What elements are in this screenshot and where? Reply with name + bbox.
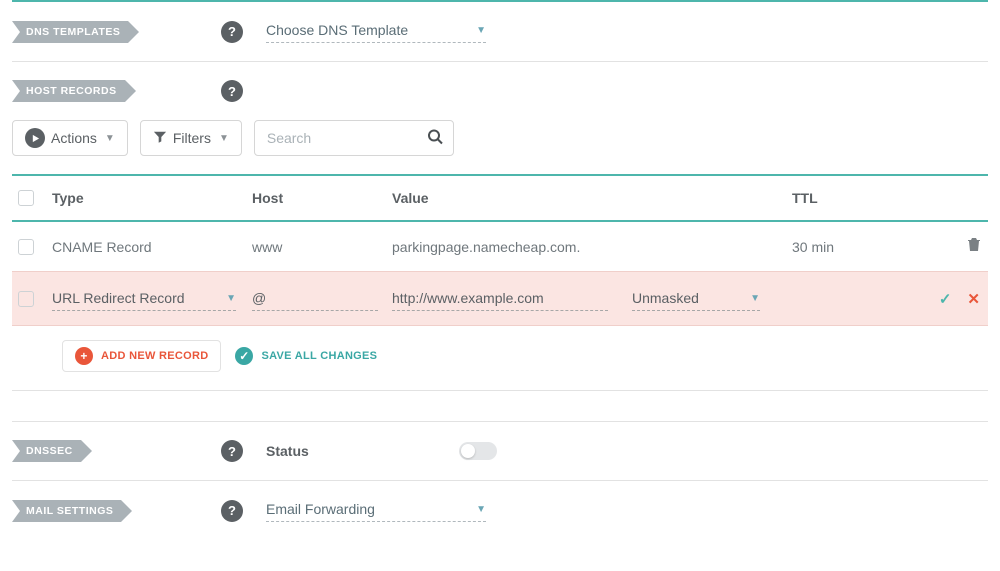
save-all-changes-button[interactable]: ✓ SAVE ALL CHANGES [235, 340, 389, 372]
record-mask-value: Unmasked [632, 290, 699, 306]
search-input[interactable] [267, 130, 417, 146]
dnssec-toggle[interactable] [459, 442, 497, 460]
chevron-down-icon: ▼ [476, 504, 486, 515]
table-row-editing: URL Redirect Record ▼ Unmasked ▼ ✓ ✕ [12, 271, 988, 326]
cancel-row-button[interactable]: ✕ [967, 290, 980, 308]
record-value-input[interactable] [392, 286, 608, 311]
cell-value: parkingpage.namecheap.com. [392, 239, 792, 255]
dns-template-select[interactable]: Choose DNS Template ▼ [266, 20, 486, 43]
row-checkbox[interactable] [18, 239, 34, 255]
col-host: Host [252, 190, 392, 206]
tag-host-records: HOST RECORDS [12, 80, 125, 102]
chevron-down-icon: ▼ [226, 293, 236, 304]
table-row: CNAME Record www parkingpage.namecheap.c… [12, 222, 988, 271]
plus-icon: + [75, 347, 93, 365]
help-icon[interactable]: ? [221, 21, 243, 43]
cell-ttl: 30 min [792, 239, 892, 255]
record-host-input[interactable] [252, 286, 378, 311]
cell-host: www [252, 239, 392, 255]
cell-type: CNAME Record [52, 239, 252, 255]
col-ttl: TTL [792, 190, 892, 206]
select-all-checkbox[interactable] [18, 190, 34, 206]
check-icon: ✓ [235, 347, 253, 365]
play-icon [25, 128, 45, 148]
records-action-bar: + ADD NEW RECORD ✓ SAVE ALL CHANGES [12, 326, 988, 390]
mail-settings-select[interactable]: Email Forwarding ▼ [266, 499, 486, 522]
row-checkbox[interactable] [18, 291, 34, 307]
filters-button[interactable]: Filters ▼ [140, 120, 242, 156]
record-type-select[interactable]: URL Redirect Record ▼ [52, 286, 236, 311]
tag-mail-settings: MAIL SETTINGS [12, 500, 121, 522]
chevron-down-icon: ▼ [750, 293, 760, 304]
chevron-down-icon: ▼ [105, 133, 115, 144]
chevron-down-icon: ▼ [219, 133, 229, 144]
section-dns-templates: DNS TEMPLATES ? Choose DNS Template ▼ [12, 2, 988, 61]
dnssec-status-label: Status [266, 443, 309, 459]
record-type-value: URL Redirect Record [52, 290, 185, 306]
help-icon[interactable]: ? [221, 500, 243, 522]
confirm-row-button[interactable]: ✓ [939, 290, 952, 308]
search-input-wrap[interactable] [254, 120, 454, 156]
chevron-down-icon: ▼ [476, 25, 486, 36]
search-icon [427, 129, 443, 148]
tag-dns-templates: DNS TEMPLATES [12, 21, 128, 43]
delete-row-button[interactable] [908, 236, 988, 257]
help-icon[interactable]: ? [221, 80, 243, 102]
col-type: Type [52, 190, 252, 206]
section-host-records: HOST RECORDS ? [12, 62, 988, 110]
actions-button-label: Actions [51, 130, 97, 146]
section-mail-settings: MAIL SETTINGS ? Email Forwarding ▼ [12, 481, 988, 528]
save-all-changes-label: SAVE ALL CHANGES [261, 350, 377, 362]
filters-button-label: Filters [173, 130, 211, 146]
tag-dnssec: DNSSEC [12, 440, 81, 462]
add-new-record-button[interactable]: + ADD NEW RECORD [62, 340, 221, 372]
section-dnssec: DNSSEC ? Status [12, 422, 988, 480]
help-icon[interactable]: ? [221, 440, 243, 462]
table-header: Type Host Value TTL [12, 176, 988, 220]
dns-template-select-label: Choose DNS Template [266, 22, 408, 38]
mail-settings-select-label: Email Forwarding [266, 501, 375, 517]
record-mask-select[interactable]: Unmasked ▼ [632, 286, 760, 311]
filter-icon [153, 130, 167, 147]
add-new-record-label: ADD NEW RECORD [101, 350, 208, 362]
actions-button[interactable]: Actions ▼ [12, 120, 128, 156]
host-records-toolbar: Actions ▼ Filters ▼ [12, 110, 988, 174]
col-value: Value [392, 190, 792, 206]
